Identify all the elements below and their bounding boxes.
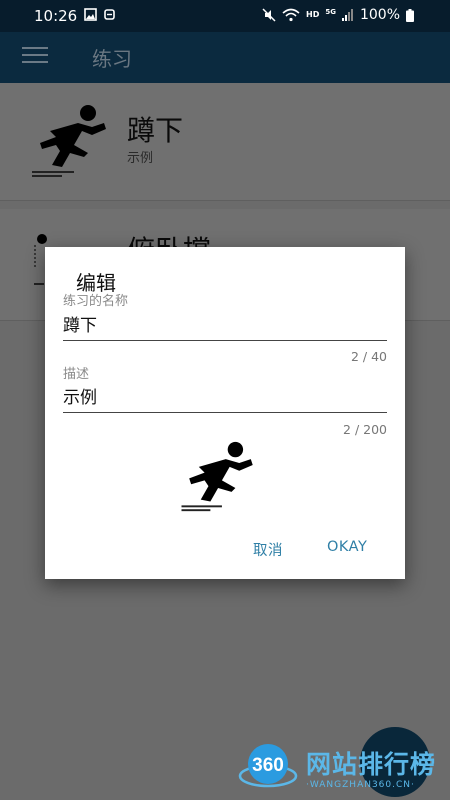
toolbar: 练习 [0, 32, 450, 83]
name-field-label: 练习的名称 [63, 294, 129, 309]
status-left-icons [84, 8, 116, 21]
watermark-text: 网站排行榜 [306, 750, 437, 779]
battery-percent: 100% [359, 7, 400, 23]
watermark-logo: 360 [238, 744, 298, 788]
watermark-url: ·WANGZHAN360.CN· [306, 780, 415, 790]
edit-dialog: 编辑 练习的名称 蹲下 2 / 40 描述 示例 2 / 200 取消 OKAY [45, 247, 405, 579]
sync-icon [104, 9, 115, 20]
okay-button[interactable]: OKAY [327, 539, 367, 555]
list-item-subtitle: 示例 [127, 151, 154, 166]
signal-icon [341, 9, 353, 21]
status-time: 10:26 [34, 7, 78, 25]
description-field-label: 描述 [63, 367, 90, 382]
battery-icon [406, 8, 414, 22]
cancel-button[interactable]: 取消 [253, 539, 283, 560]
description-char-counter: 2 / 200 [343, 422, 387, 437]
running-figure-icon [32, 105, 106, 177]
5g-label: 5G [325, 8, 336, 16]
description-input[interactable]: 示例 [63, 383, 387, 413]
status-right: HD 5G 100% [262, 7, 414, 23]
status-bar: 10:26 HD 5G 100% [0, 0, 450, 32]
name-char-counter: 2 / 40 [350, 349, 387, 364]
watermark-logo-text: 360 [252, 755, 284, 776]
image-icon [84, 8, 97, 21]
exercise-image[interactable] [179, 438, 261, 515]
list-item[interactable]: 蹲下 示例 [0, 83, 450, 201]
mute-icon [262, 8, 276, 22]
name-input[interactable]: 蹲下 [63, 311, 387, 341]
toolbar-title: 练习 [92, 47, 132, 71]
list-item-title: 蹲下 [127, 114, 184, 147]
hd-label: HD [306, 10, 320, 19]
hamburger-menu-icon[interactable] [22, 47, 48, 67]
wifi-icon [282, 8, 300, 22]
